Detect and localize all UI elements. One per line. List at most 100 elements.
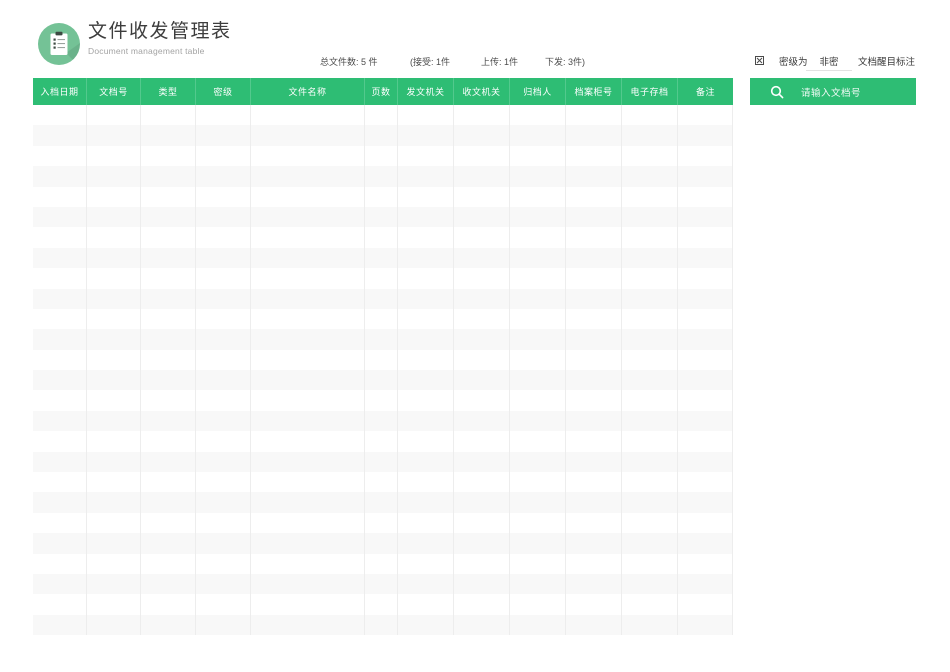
table-cell[interactable]	[566, 533, 622, 554]
table-row[interactable]	[33, 125, 733, 146]
table-cell[interactable]	[622, 288, 678, 309]
table-cell[interactable]	[398, 614, 454, 636]
table-cell[interactable]	[510, 370, 566, 391]
table-cell[interactable]	[454, 227, 510, 248]
table-row[interactable]	[33, 349, 733, 371]
table-cell[interactable]	[510, 533, 566, 554]
table-cell[interactable]	[454, 594, 510, 615]
table-cell[interactable]	[141, 166, 196, 187]
table-cell[interactable]	[365, 145, 398, 167]
table-cell[interactable]	[251, 227, 365, 248]
table-cell[interactable]	[678, 390, 733, 411]
table-cell[interactable]	[678, 533, 733, 554]
table-cell[interactable]	[196, 186, 251, 207]
table-cell[interactable]	[33, 308, 87, 330]
table-cell[interactable]	[196, 308, 251, 330]
table-cell[interactable]	[454, 105, 510, 126]
table-cell[interactable]	[622, 349, 678, 371]
table-cell[interactable]	[33, 431, 87, 452]
table-cell[interactable]	[622, 105, 678, 126]
table-cell[interactable]	[33, 288, 87, 309]
table-cell[interactable]	[566, 512, 622, 534]
table-cell[interactable]	[622, 186, 678, 207]
table-cell[interactable]	[87, 492, 141, 513]
table-cell[interactable]	[398, 186, 454, 207]
table-row[interactable]	[33, 308, 733, 330]
table-cell[interactable]	[87, 553, 141, 574]
table-cell[interactable]	[365, 472, 398, 493]
table-cell[interactable]	[365, 573, 398, 595]
checkbox-x-icon[interactable]	[755, 56, 764, 65]
table-cell[interactable]	[251, 206, 365, 228]
table-cell[interactable]	[678, 125, 733, 146]
table-cell[interactable]	[398, 573, 454, 595]
table-cell[interactable]	[196, 594, 251, 615]
table-cell[interactable]	[33, 227, 87, 248]
table-cell[interactable]	[510, 431, 566, 452]
table-cell[interactable]	[622, 145, 678, 167]
table-cell[interactable]	[622, 410, 678, 432]
table-cell[interactable]	[33, 125, 87, 146]
table-cell[interactable]	[87, 308, 141, 330]
table-cell[interactable]	[454, 614, 510, 636]
table-cell[interactable]	[678, 349, 733, 371]
table-cell[interactable]	[398, 247, 454, 269]
table-cell[interactable]	[365, 288, 398, 309]
table-cell[interactable]	[141, 145, 196, 167]
table-cell[interactable]	[622, 390, 678, 411]
table-cell[interactable]	[87, 614, 141, 636]
table-row[interactable]	[33, 288, 733, 309]
table-cell[interactable]	[251, 390, 365, 411]
table-cell[interactable]	[678, 451, 733, 473]
table-cell[interactable]	[566, 431, 622, 452]
table-cell[interactable]	[510, 349, 566, 371]
table-cell[interactable]	[196, 431, 251, 452]
table-cell[interactable]	[454, 512, 510, 534]
table-cell[interactable]	[678, 329, 733, 350]
table-cell[interactable]	[251, 573, 365, 595]
table-cell[interactable]	[510, 308, 566, 330]
table-cell[interactable]	[33, 166, 87, 187]
table-cell[interactable]	[87, 166, 141, 187]
table-cell[interactable]	[454, 431, 510, 452]
table-cell[interactable]	[622, 206, 678, 228]
table-cell[interactable]	[141, 105, 196, 126]
table-cell[interactable]	[622, 492, 678, 513]
table-cell[interactable]	[196, 125, 251, 146]
table-row[interactable]	[33, 227, 733, 248]
table-cell[interactable]	[454, 206, 510, 228]
table-cell[interactable]	[251, 492, 365, 513]
table-cell[interactable]	[365, 268, 398, 289]
table-cell[interactable]	[87, 390, 141, 411]
table-cell[interactable]	[87, 247, 141, 269]
table-cell[interactable]	[566, 614, 622, 636]
table-cell[interactable]	[365, 390, 398, 411]
table-cell[interactable]	[87, 533, 141, 554]
table-cell[interactable]	[251, 186, 365, 207]
table-cell[interactable]	[510, 614, 566, 636]
table-cell[interactable]	[622, 573, 678, 595]
table-cell[interactable]	[196, 410, 251, 432]
table-cell[interactable]	[678, 105, 733, 126]
table-cell[interactable]	[251, 308, 365, 330]
table-cell[interactable]	[398, 308, 454, 330]
table-cell[interactable]	[87, 105, 141, 126]
table-cell[interactable]	[33, 553, 87, 574]
table-cell[interactable]	[365, 431, 398, 452]
table-cell[interactable]	[566, 247, 622, 269]
table-cell[interactable]	[678, 614, 733, 636]
search-input-placeholder[interactable]: 请输入文档号	[801, 85, 861, 99]
table-cell[interactable]	[622, 512, 678, 534]
table-row[interactable]	[33, 145, 733, 167]
table-cell[interactable]	[33, 472, 87, 493]
table-cell[interactable]	[622, 533, 678, 554]
table-row[interactable]	[33, 268, 733, 289]
table-row[interactable]	[33, 186, 733, 207]
table-cell[interactable]	[454, 390, 510, 411]
table-cell[interactable]	[510, 472, 566, 493]
table-cell[interactable]	[678, 594, 733, 615]
table-cell[interactable]	[251, 349, 365, 371]
table-cell[interactable]	[33, 573, 87, 595]
table-cell[interactable]	[196, 268, 251, 289]
table-cell[interactable]	[141, 125, 196, 146]
